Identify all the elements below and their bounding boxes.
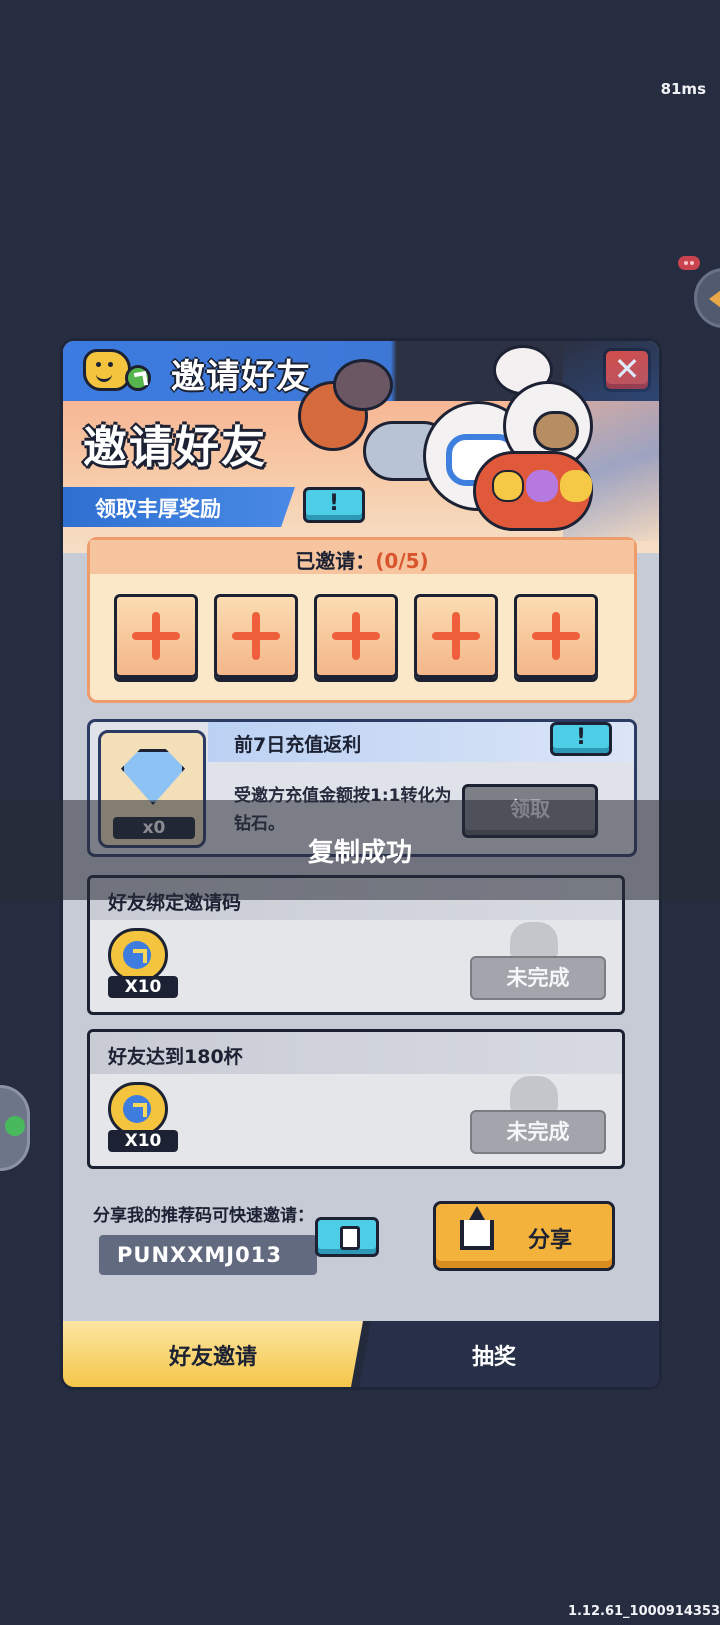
upload-icon <box>460 1206 494 1250</box>
ghost-icon <box>510 1076 558 1112</box>
invite-slot-2[interactable] <box>214 594 298 678</box>
invite-slot-4[interactable] <box>414 594 498 678</box>
ghost-icon <box>510 922 558 958</box>
rebate-info-button[interactable]: ! <box>550 722 612 756</box>
invite-slot-5[interactable] <box>514 594 598 678</box>
invite-slot-1[interactable] <box>114 594 198 678</box>
banner-subtitle-ribbon: 领取丰厚奖励 <box>63 487 295 527</box>
notification-pill[interactable] <box>678 256 700 270</box>
invited-count: (0/5) <box>375 549 429 573</box>
character-pilot <box>533 411 579 451</box>
share-label: 分享我的推荐码可快速邀请： <box>93 1206 314 1226</box>
tab-lottery-label: 抽奖 <box>471 1345 516 1370</box>
banner-subtitle: 领取丰厚奖励 <box>95 497 221 521</box>
copy-code-button[interactable] <box>315 1217 379 1257</box>
banner-title: 邀请好友 <box>83 422 267 473</box>
diamond-icon <box>121 749 185 805</box>
character-bird <box>333 359 393 411</box>
smiley-icon <box>83 349 131 391</box>
tab-bar: 好友邀请 抽奖 <box>63 1321 659 1387</box>
task-reward: X10 <box>108 976 178 998</box>
boost-coin-icon <box>108 1082 168 1136</box>
boost-coin-icon <box>108 928 168 982</box>
side-expand-button[interactable] <box>694 268 720 328</box>
invite-slot-3[interactable] <box>314 594 398 678</box>
invited-box: 已邀请：(0/5) <box>87 537 637 703</box>
task-title: 好友达到180杯 <box>108 1046 243 1068</box>
task-status-button[interactable]: 未完成 <box>470 956 606 1000</box>
task-reward: X10 <box>108 1130 178 1152</box>
task-card: 好友达到180杯 X10 未完成 <box>87 1029 625 1169</box>
banner-info-button[interactable]: ! <box>303 487 365 523</box>
tab-invite-label: 好友邀请 <box>168 1345 257 1370</box>
task-status-button[interactable]: 未完成 <box>470 1110 606 1154</box>
rebate-title: 前7日充值返利 <box>234 734 362 756</box>
floating-chat-button[interactable] <box>0 1085 30 1171</box>
invited-label: 已邀请：(0/5) <box>90 545 634 574</box>
toast-message: 复制成功 <box>307 838 412 868</box>
panel-title: 邀请好友 <box>171 357 311 397</box>
build-version: 1.12.61_1000914353 <box>567 1604 720 1619</box>
share-button[interactable]: 分享 <box>433 1201 615 1271</box>
latency-indicator: 81ms <box>660 80 706 98</box>
referral-code-field[interactable]: PUNXXMJ013 <box>99 1235 317 1275</box>
invited-text: 已邀请： <box>295 549 376 573</box>
share-button-label: 分享 <box>528 1228 573 1253</box>
share-arrow-icon <box>125 365 151 391</box>
character-emoji-balls <box>473 451 593 531</box>
